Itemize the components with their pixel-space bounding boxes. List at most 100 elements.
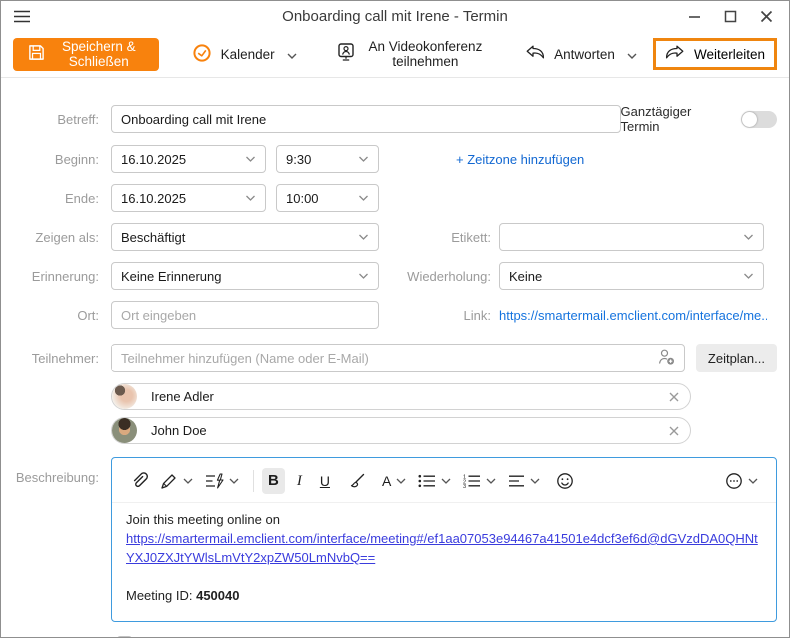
recurrence-select[interactable]: Keine <box>499 262 764 290</box>
recurrence-label: Wiederholung: <box>379 269 499 284</box>
start-date-select[interactable]: 16.10.2025 <box>111 145 266 173</box>
meeting-url-link[interactable]: https://smartermail.emclient.com/interfa… <box>126 531 758 565</box>
signature-icon[interactable] <box>154 468 199 495</box>
calendar-menu-button[interactable]: Kalender <box>186 42 303 67</box>
link-label: Link: <box>379 308 499 323</box>
chevron-down-icon <box>486 478 496 484</box>
emoji-button[interactable] <box>550 467 580 495</box>
main-toolbar: Speichern & Schließen Kalender An Videok… <box>1 31 789 78</box>
chevron-down-icon <box>627 47 637 62</box>
description-body[interactable]: Join this meeting online on https://smar… <box>112 503 776 621</box>
forward-button-highlighted[interactable]: Weiterleiten <box>653 38 777 70</box>
reminder-label: Erinnerung: <box>1 269 111 284</box>
menu-icon[interactable] <box>14 10 30 23</box>
appointment-form: Betreff: Ganztägiger Termin Beginn: 16.1… <box>1 78 789 638</box>
chevron-down-icon <box>287 47 297 62</box>
show-as-label: Zeigen als: <box>1 230 111 245</box>
avatar <box>112 418 137 443</box>
start-time-select[interactable]: 9:30 <box>276 145 379 173</box>
chevron-down-icon <box>245 195 256 201</box>
italic-button[interactable]: I <box>291 468 308 494</box>
all-day-toggle[interactable] <box>741 111 777 128</box>
save-close-button[interactable]: Speichern & Schließen <box>13 38 159 71</box>
more-options-button[interactable] <box>719 467 764 495</box>
chevron-down-icon <box>743 234 754 240</box>
description-editor: B I U A 123 <box>111 457 777 622</box>
bold-button[interactable]: B <box>262 468 285 494</box>
remove-attendee-icon[interactable] <box>668 391 680 403</box>
attendee-row[interactable]: Irene Adler <box>111 383 691 410</box>
reminder-select[interactable]: Keine Erinnerung <box>111 262 379 290</box>
description-intro: Join this meeting online on <box>126 511 762 530</box>
window-title: Onboarding call mit Irene - Termin <box>1 8 789 25</box>
subject-label: Betreff: <box>1 112 111 127</box>
toggle-knob <box>742 112 757 127</box>
window-controls <box>688 10 773 23</box>
chevron-down-icon <box>530 478 540 484</box>
chevron-down-icon <box>358 234 369 240</box>
attach-icon[interactable] <box>124 467 154 495</box>
chevron-down-icon <box>183 478 193 484</box>
location-input[interactable] <box>111 301 379 329</box>
remove-attendee-icon[interactable] <box>668 425 680 437</box>
join-videoconference-button[interactable]: An Videokonferenz teilnehmen <box>330 38 493 70</box>
underline-button[interactable]: U <box>314 468 336 494</box>
chevron-down-icon <box>743 273 754 279</box>
chevron-down-icon <box>441 478 451 484</box>
chevron-down-icon <box>748 478 758 484</box>
avatar <box>112 384 137 409</box>
forward-arrow-icon <box>665 45 685 63</box>
attendees-input[interactable] <box>112 346 656 370</box>
attendee-name: John Doe <box>151 423 207 438</box>
font-color-button[interactable]: A <box>376 468 412 494</box>
editor-toolbar: B I U A 123 <box>112 458 776 503</box>
toolbar-divider <box>253 470 254 492</box>
forward-label: Weiterleiten <box>694 47 765 62</box>
end-label: Ende: <box>1 191 111 206</box>
meeting-link[interactable]: https://smartermail.emclient.com/interfa… <box>499 308 767 323</box>
chevron-down-icon <box>358 273 369 279</box>
svg-text:3: 3 <box>463 484 466 488</box>
videoconference-icon <box>336 43 356 65</box>
save-close-label: Speichern & Schließen <box>54 39 144 69</box>
reply-arrow-icon <box>525 45 545 63</box>
attendees-label: Teilnehmer: <box>1 351 111 366</box>
end-time-select[interactable]: 10:00 <box>276 184 379 212</box>
attendee-row[interactable]: John Doe <box>111 417 691 444</box>
numbered-list-button[interactable]: 123 <box>457 469 502 493</box>
show-as-select[interactable]: Beschäftigt <box>111 223 379 251</box>
subject-input[interactable] <box>111 105 621 133</box>
attendee-name: Irene Adler <box>151 389 214 404</box>
align-button[interactable] <box>502 469 546 493</box>
chevron-down-icon <box>396 478 406 484</box>
title-bar: Onboarding call mit Irene - Termin <box>1 1 789 31</box>
chevron-down-icon <box>358 195 369 201</box>
minimize-icon[interactable] <box>688 10 701 23</box>
appointment-window: Onboarding call mit Irene - Termin Speic… <box>0 0 790 638</box>
calendar-label: Kalender <box>221 47 275 62</box>
chevron-down-icon <box>229 478 239 484</box>
close-icon[interactable] <box>760 10 773 23</box>
tag-select[interactable] <box>499 223 764 251</box>
tag-label: Etikett: <box>379 230 499 245</box>
meeting-id-value: 450040 <box>196 588 239 603</box>
emclient-calendar-icon <box>192 43 212 66</box>
schedule-button[interactable]: Zeitplan... <box>696 344 777 372</box>
format-painter-icon[interactable] <box>342 468 372 495</box>
chevron-down-icon <box>245 156 256 162</box>
join-videoconference-label: An Videokonferenz teilnehmen <box>365 39 487 69</box>
end-date-select[interactable]: 16.10.2025 <box>111 184 266 212</box>
meeting-id-line: Meeting ID: 450040 <box>126 587 762 606</box>
maximize-icon[interactable] <box>724 10 737 23</box>
add-contact-icon[interactable] <box>656 348 676 369</box>
quick-text-icon[interactable] <box>199 468 245 494</box>
start-label: Beginn: <box>1 152 111 167</box>
location-label: Ort: <box>1 308 111 323</box>
bullet-list-button[interactable] <box>412 469 457 493</box>
add-timezone-link[interactable]: + Zeitzone hinzufügen <box>456 152 584 167</box>
save-icon <box>28 44 45 64</box>
description-label: Beschreibung: <box>1 457 111 485</box>
all-day-label: Ganztägiger Termin <box>621 104 733 134</box>
chevron-down-icon <box>358 156 369 162</box>
reply-button[interactable]: Antworten <box>519 44 643 64</box>
